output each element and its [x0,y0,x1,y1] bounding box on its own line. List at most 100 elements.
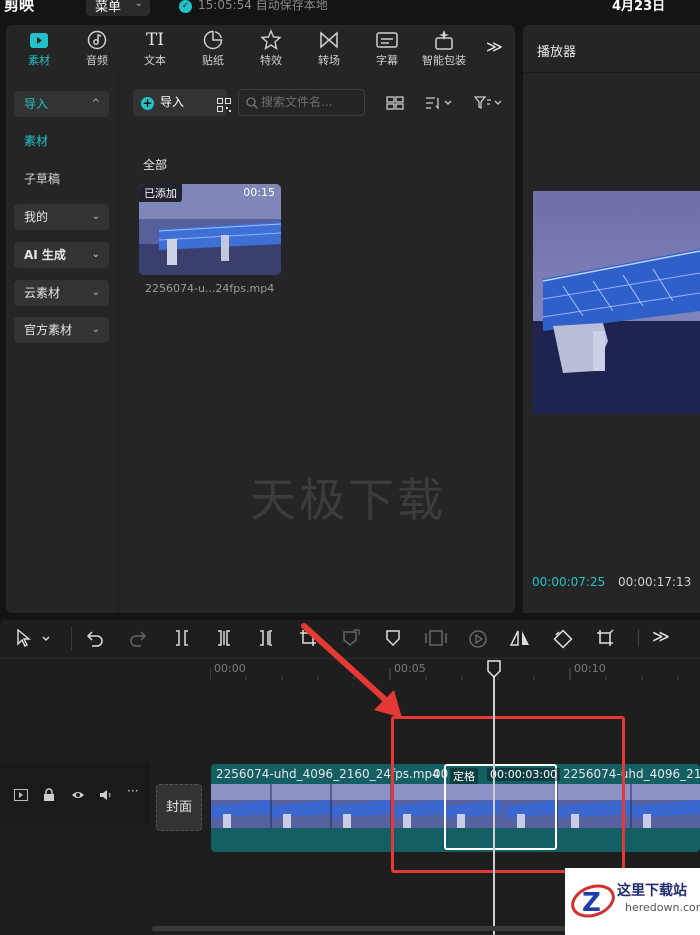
tab-media-label: 素材 [28,54,50,67]
split-icon[interactable] [173,629,191,651]
crop-icon[interactable] [596,629,614,651]
added-badge: 已添加 [139,184,182,202]
video-preview[interactable] [533,191,700,414]
app-logo: 剪映 [4,0,35,14]
transition-icon [304,29,354,51]
media-content: + 导入 搜索文件名... 全部 已添加 00:15 2256074-u...2… [120,74,515,613]
chevron-down-icon: ⌄ [91,287,100,298]
tab-audio[interactable]: 音频 [72,29,122,68]
qr-code-icon[interactable] [217,95,231,122]
sidebar-official-label: 官方素材 [24,323,73,337]
chevron-up-icon: ^ [91,98,100,109]
site-name: 这里下载站 [617,883,687,899]
media-panel: 素材 音频 TI 文本 贴纸 特效 转场 字幕 智能包装 ≫ 导入 ^ 素材 子… [6,25,515,613]
chevron-down-icon: ⌄ [134,0,143,9]
time-ruler[interactable]: 00:00 00:05 00:10 [210,660,700,690]
tab-effects-label: 特效 [260,54,282,67]
import-button-label: 导入 [160,95,185,109]
check-icon: ✓ [179,0,192,13]
menu-label: 菜单 [95,0,122,15]
watermark-text: 天极下载 [250,473,446,527]
more-tabs-icon[interactable]: ≫ [486,37,503,56]
playhead-line[interactable] [493,672,495,935]
play-circle-icon[interactable] [468,629,488,653]
subtitle-icon [362,29,412,51]
chevron-down-icon: ⌄ [91,324,100,335]
tab-smart-pack[interactable]: 智能包装 [414,29,474,68]
tab-audio-label: 音频 [86,54,108,67]
tab-text-label: 文本 [144,54,166,67]
svg-text:Z: Z [582,888,601,918]
sidebar-item-import[interactable]: 导入 ^ [14,91,109,117]
highlight-box [391,716,625,873]
trim-right-icon[interactable] [257,629,275,651]
effects-icon [246,29,296,51]
mirror-icon[interactable] [509,629,530,651]
chevron-down-icon: ⌄ [91,211,100,222]
tab-sticker[interactable]: 贴纸 [188,29,238,68]
volume-icon[interactable] [99,786,113,805]
total-time: 00:00:17:13 [618,575,692,589]
audio-icon [72,29,122,51]
sidebar-item-mine[interactable]: 我的 ⌄ [14,204,109,230]
site-url: heredown.com [625,901,700,914]
player-title: 播放器 [537,45,577,60]
media-sidebar: 导入 ^ 素材 子草稿 我的 ⌄ AI 生成 ⌄ 云素材 ⌄ 官方素材 ⌄ [6,74,119,613]
timeline-scrollbar[interactable] [152,926,572,931]
sidebar-item-subdraft[interactable]: 子草稿 [24,170,60,187]
tab-subtitle[interactable]: 字幕 [362,29,412,68]
rotate-icon[interactable] [553,629,573,653]
tab-transition-label: 转场 [318,54,340,67]
cover-button[interactable]: 封面 [156,784,202,831]
grid-view-icon[interactable] [386,95,404,114]
track-header: ··· [0,762,150,824]
import-button[interactable]: + 导入 [133,89,231,116]
more-options-icon[interactable]: ··· [127,784,138,798]
sidebar-item-official[interactable]: 官方素材 ⌄ [14,317,109,343]
sticker-icon [188,29,238,51]
section-label-all: 全部 [143,158,168,172]
playhead-handle[interactable] [487,660,501,682]
menu-button[interactable]: 菜单 ⌄ [86,0,150,16]
tab-smart-pack-label: 智能包装 [422,54,466,67]
text-icon: TI [145,30,165,50]
media-icon [14,29,64,51]
tab-effects[interactable]: 特效 [246,29,296,68]
sidebar-mine-label: 我的 [24,210,49,224]
media-toolbar: 素材 音频 TI 文本 贴纸 特效 转场 字幕 智能包装 ≫ [6,25,515,73]
search-input[interactable]: 搜索文件名... [238,89,365,116]
sort-icon[interactable] [425,95,455,114]
bridge-preview-image [533,191,700,414]
tab-media[interactable]: 素材 [14,29,64,68]
sidebar-import-label: 导入 [24,97,49,111]
red-arrow-annotation [301,623,402,718]
tab-sticker-label: 贴纸 [202,54,224,67]
search-placeholder: 搜索文件名... [261,95,333,109]
sidebar-ai-label: AI 生成 [24,248,66,262]
sidebar-item-cloud[interactable]: 云素材 ⌄ [14,280,109,306]
tab-subtitle-label: 字幕 [376,54,398,67]
sidebar-cloud-label: 云素材 [24,286,61,300]
plus-icon: + [141,96,154,110]
media-thumbnail[interactable]: 已添加 00:15 [139,184,281,275]
date-label: 4月23日 [612,0,666,14]
filter-icon[interactable] [473,95,504,114]
track-video-icon[interactable] [14,786,28,805]
eye-icon[interactable] [71,786,85,805]
select-tool-icon[interactable] [16,628,52,653]
tab-text[interactable]: TI 文本 [130,29,180,68]
search-icon [246,97,258,109]
more-tools-icon[interactable]: ≫ [652,627,670,647]
sidebar-item-ai[interactable]: AI 生成 ⌄ [14,242,109,268]
tab-transition[interactable]: 转场 [304,29,354,68]
site-watermark-logo: Z 这里下载站 heredown.com [565,868,700,935]
player-divider [523,72,700,73]
trim-left-icon[interactable] [215,629,233,651]
ruler-ticks [210,668,679,680]
lock-icon[interactable] [43,786,55,805]
ruler-label: 00:10 [574,662,606,675]
title-bar: 剪映 菜单 ⌄ ✓ 15:05:54 自动保存本地 4月23日 [0,0,700,18]
redo-icon[interactable] [129,629,147,651]
sidebar-item-media[interactable]: 素材 [24,132,48,149]
undo-icon[interactable] [86,629,104,651]
